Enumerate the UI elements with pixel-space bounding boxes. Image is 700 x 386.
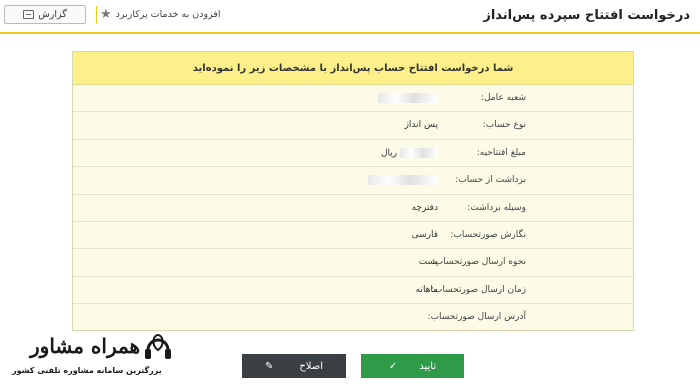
header-divider	[96, 6, 97, 24]
confirm-button[interactable]: تایید ✓	[361, 354, 464, 378]
detail-row-statement-address: آدرس ارسال صورتحساب:	[73, 304, 633, 331]
confirm-label: تایید	[419, 360, 437, 372]
row-value-masked	[368, 175, 438, 186]
panel-heading: شما درخواست افتتاح حساب پس‌انداز با مشخص…	[73, 52, 633, 85]
detail-row-statement-language: نگارش صورتحساب: فارسی	[73, 222, 633, 250]
request-summary-panel: شما درخواست افتتاح حساب پس‌انداز با مشخص…	[72, 51, 634, 331]
detail-row-withdraw-from: برداشت از حساب:	[73, 167, 633, 195]
headset-logo-icon	[145, 334, 171, 359]
check-icon: ✓	[388, 360, 398, 372]
row-label: آدرس ارسال صورتحساب:	[427, 312, 526, 323]
row-label: زمان ارسال صورتحساب:	[430, 284, 526, 295]
watermark-tagline: بزرگترین سامانه مشاوره تلفنی کشور	[12, 366, 162, 375]
report-label: گزارش	[38, 9, 67, 20]
row-label: نحوه ارسال صورتحساب:	[431, 257, 526, 268]
favorite-label: افزودن به خدمات پرکاربرد	[115, 9, 221, 20]
detail-row-opening-amount: مبلغ افتتاحیه: ریال	[73, 140, 633, 168]
detail-row-statement-delivery: نحوه ارسال صورتحساب: پست	[73, 249, 633, 277]
page-header: درخواست افتتاح سپرده پس‌انداز افزودن به …	[0, 0, 700, 32]
pencil-icon: ✎	[264, 360, 274, 372]
row-label: مبلغ افتتاحیه:	[476, 147, 526, 158]
row-label: وسیله برداشت:	[467, 202, 526, 213]
edit-label: اصلاح	[299, 360, 324, 372]
row-value: پس انداز	[404, 120, 438, 131]
row-label: نگارش صورتحساب:	[450, 229, 526, 240]
row-label: برداشت از حساب:	[455, 175, 526, 186]
report-icon	[23, 10, 35, 19]
row-label: نوع حساب:	[482, 120, 526, 131]
row-value: پست	[418, 257, 438, 268]
detail-row-branch: شعبه عامل:	[73, 85, 633, 113]
add-to-favorites-link[interactable]: افزودن به خدمات پرکاربرد ★	[100, 8, 220, 21]
edit-button[interactable]: اصلاح ✎	[242, 354, 346, 378]
row-value-masked	[378, 93, 438, 104]
detail-row-statement-frequency: زمان ارسال صورتحساب: ماهانه	[73, 277, 633, 305]
header-accent-line	[0, 32, 700, 34]
currency-label: ریال	[380, 148, 398, 159]
row-label: شعبه عامل:	[480, 93, 526, 103]
row-value: فارسی	[411, 229, 438, 240]
star-icon: ★	[100, 7, 112, 22]
report-button[interactable]: گزارش	[4, 5, 86, 24]
page-title: درخواست افتتاح سپرده پس‌انداز	[483, 8, 690, 23]
detail-row-withdraw-method: وسیله برداشت: دفترچه	[73, 195, 633, 222]
brand-watermark: همراه مشاور بزرگترین سامانه مشاوره تلفنی…	[2, 332, 192, 384]
detail-row-account-type: نوع حساب: پس انداز	[73, 112, 633, 140]
row-value: دفترچه	[411, 202, 438, 213]
row-value: ماهانه	[415, 284, 438, 295]
row-value: ریال	[380, 147, 438, 159]
watermark-brand: همراه مشاور	[30, 334, 141, 358]
